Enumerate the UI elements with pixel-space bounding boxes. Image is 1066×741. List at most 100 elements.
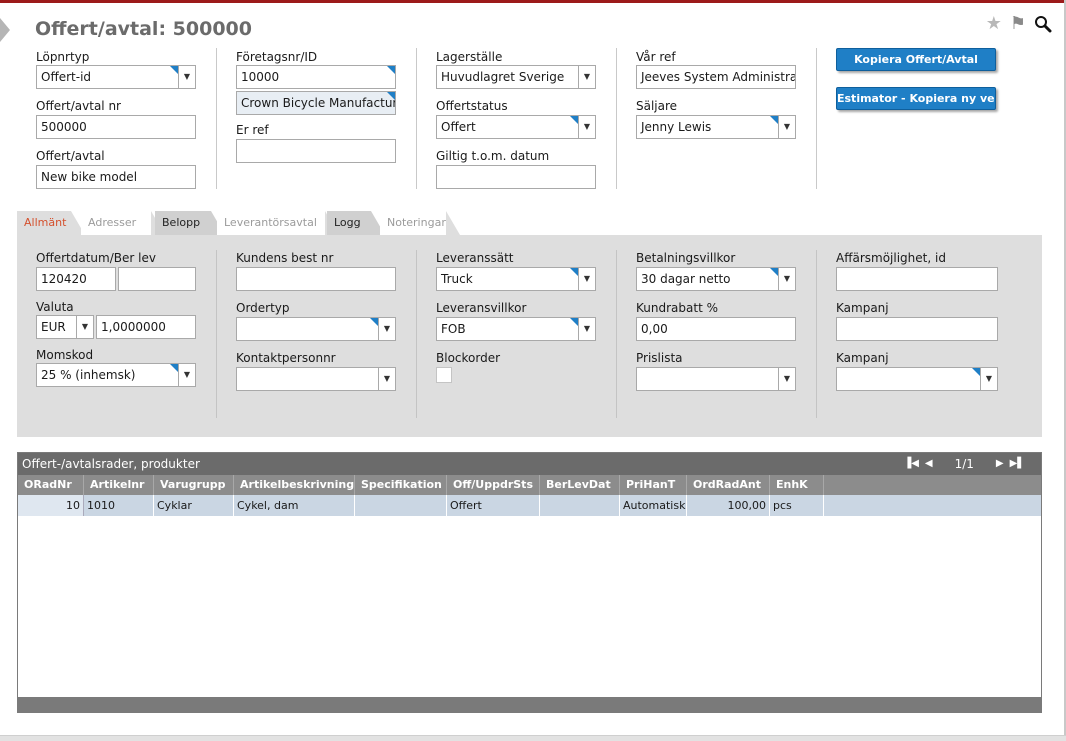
foretag-field[interactable]: 10000 (236, 65, 396, 89)
varref-label: Vår ref (636, 50, 676, 64)
required-marker-icon (387, 66, 395, 74)
giltig-label: Giltig t.o.m. datum (436, 149, 550, 163)
table-cell[interactable]: Automatisk (620, 495, 687, 516)
chevron-down-icon[interactable]: ▼ (578, 116, 595, 138)
offert-avtal-field[interactable]: New bike model (36, 165, 196, 189)
levvillkor-select[interactable]: FOB ▼ (436, 317, 596, 341)
first-page-icon[interactable]: ▐◀ (904, 453, 919, 475)
valuta-value: EUR (41, 320, 66, 334)
offert-nr-field[interactable]: 500000 (36, 115, 196, 139)
chevron-down-icon[interactable]: ▼ (378, 368, 395, 390)
chevron-down-icon[interactable]: ▼ (178, 66, 195, 88)
kurs-field[interactable]: 1,0000000 (96, 315, 196, 339)
chevron-down-icon[interactable]: ▼ (778, 268, 795, 290)
kontakt-select[interactable]: ▼ (236, 367, 396, 391)
page-indicator: 1/1 (954, 457, 974, 471)
table-cell[interactable]: pcs (770, 495, 824, 516)
grid-title-bar: Offert-/avtalsrader, produkter (18, 453, 1041, 475)
tab-noteringar[interactable]: Noteringar (380, 211, 460, 235)
offert-avtal-label: Offert/avtal (36, 149, 105, 163)
collapse-arrow-icon[interactable] (0, 18, 10, 42)
column-header[interactable]: Artikelbeskrivning (234, 475, 355, 495)
kundbest-field[interactable] (236, 267, 396, 291)
table-row[interactable]: 10 1010 Cyklar Cykel, dam Offert Automat… (18, 495, 1041, 516)
table-cell[interactable]: Cykel, dam (234, 495, 355, 516)
erref-field[interactable] (236, 139, 396, 163)
offert-nr-label: Offert/avtal nr (36, 99, 121, 113)
table-cell[interactable] (540, 495, 620, 516)
tab-allmant[interactable]: Allmänt (17, 211, 85, 235)
kontakt-label: Kontaktpersonnr (236, 351, 336, 365)
ordertyp-label: Ordertyp (236, 301, 290, 315)
giltig-field[interactable] (436, 165, 596, 189)
column-header[interactable]: BerLevDat (540, 475, 620, 495)
chevron-down-icon[interactable]: ▼ (578, 66, 595, 88)
column-header[interactable]: Artikelnr (84, 475, 154, 495)
levsatt-select[interactable]: Truck ▼ (436, 267, 596, 291)
offertdatum-field[interactable]: 120420 (36, 267, 116, 291)
offertstatus-select[interactable]: Offert ▼ (436, 115, 596, 139)
lopnrtyp-label: Löpnrtyp (36, 50, 90, 64)
estimator-kopiera-button[interactable]: Estimator - Kopiera ny version (836, 87, 996, 110)
affarsmojlighet-label: Affärsmöjlighet, id (836, 251, 946, 265)
column-header[interactable]: Specifikation (355, 475, 447, 495)
chevron-down-icon[interactable]: ▼ (778, 116, 795, 138)
last-page-icon[interactable]: ▶▌ (1010, 453, 1025, 475)
column-divider (216, 48, 217, 189)
chevron-down-icon[interactable]: ▼ (578, 268, 595, 290)
column-header[interactable]: Off/UppdrSts (447, 475, 540, 495)
kampanj-select-label: Kampanj (836, 351, 889, 365)
chevron-down-icon[interactable]: ▼ (980, 368, 997, 390)
prislista-select[interactable]: ▼ (636, 367, 796, 391)
chevron-down-icon[interactable]: ▼ (778, 368, 795, 390)
table-cell[interactable]: 100,00 (687, 495, 770, 516)
saljare-value: Jenny Lewis (641, 120, 712, 134)
table-cell[interactable]: Cyklar (154, 495, 234, 516)
required-marker-icon (770, 268, 778, 276)
table-cell[interactable]: Offert (447, 495, 540, 516)
tab-belopp[interactable]: Belopp (155, 211, 225, 235)
column-header[interactable]: EnhK (770, 475, 824, 495)
table-cell[interactable]: 1010 (84, 495, 154, 516)
valuta-select[interactable]: EUR ▼ (36, 315, 94, 339)
column-header[interactable]: OrdRadAnt (687, 475, 770, 495)
next-page-icon[interactable]: ▶ (996, 453, 1004, 475)
chevron-down-icon[interactable]: ▼ (178, 364, 195, 386)
tab-adresser[interactable]: Adresser (81, 211, 165, 235)
momskod-select[interactable]: 25 % (inhemsk) ▼ (36, 363, 196, 387)
betvillkor-select[interactable]: 30 dagar netto ▼ (636, 267, 796, 291)
chevron-down-icon[interactable]: ▼ (378, 318, 395, 340)
berlev-field[interactable] (118, 267, 196, 291)
window-bottom-edge (0, 735, 1066, 741)
blockorder-checkbox[interactable] (436, 367, 452, 383)
kundrabatt-field[interactable]: 0,00 (636, 317, 796, 341)
flag-icon[interactable]: ⚑ (1010, 14, 1026, 34)
foretag-value: 10000 (241, 70, 280, 84)
table-cell[interactable]: 10 (18, 495, 84, 516)
column-header[interactable]: ORadNr (18, 475, 84, 495)
table-cell[interactable] (355, 495, 447, 516)
prev-page-icon[interactable]: ◀ (925, 453, 933, 475)
chevron-down-icon[interactable]: ▼ (578, 318, 595, 340)
kampanj-select[interactable]: ▼ (836, 367, 998, 391)
column-header[interactable]: PriHanT (620, 475, 687, 495)
affarsmojlighet-field[interactable] (836, 267, 998, 291)
lopnrtyp-select[interactable]: Offert-id ▼ (36, 65, 196, 89)
saljare-label: Säljare (636, 99, 678, 113)
column-divider (416, 48, 417, 189)
kampanj-field[interactable] (836, 317, 998, 341)
chevron-down-icon[interactable]: ▼ (76, 316, 93, 338)
tab-logg[interactable]: Logg (327, 211, 385, 235)
column-header[interactable]: Varugrupp (154, 475, 234, 495)
tab-leverantorsavtal[interactable]: Leverantörsavtal (217, 211, 339, 235)
lager-select[interactable]: Huvudlagret Sverige ▼ (436, 65, 596, 89)
kopiera-offert-button[interactable]: Kopiera Offert/Avtal (836, 48, 996, 71)
star-icon[interactable]: ★ (986, 14, 1002, 34)
required-marker-icon (170, 364, 178, 372)
ordertyp-select[interactable]: ▼ (236, 317, 396, 341)
search-icon[interactable] (1034, 15, 1052, 33)
saljare-select[interactable]: Jenny Lewis ▼ (636, 115, 796, 139)
varref-field[interactable]: Jeeves System Administrato (636, 65, 796, 89)
kampanj-label: Kampanj (836, 301, 889, 315)
offertstatus-value: Offert (441, 120, 476, 134)
